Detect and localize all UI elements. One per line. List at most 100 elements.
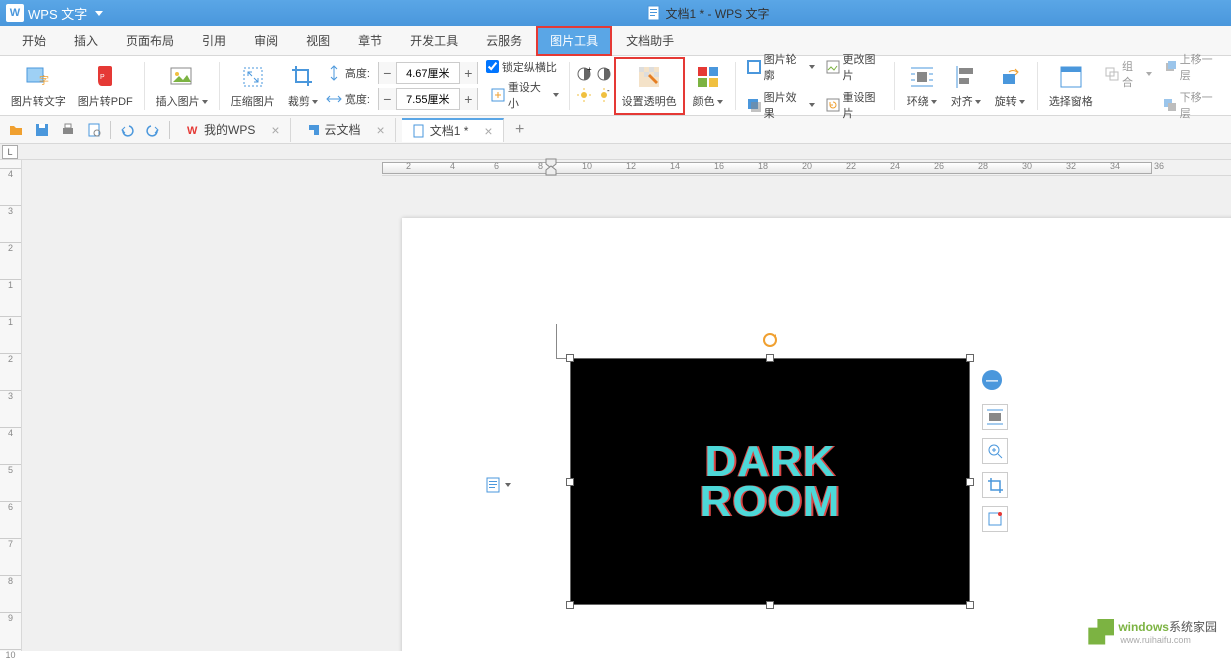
reset-quick-button[interactable]	[982, 506, 1008, 532]
collapse-toolbar-button[interactable]: —	[982, 370, 1002, 390]
width-icon	[326, 91, 342, 107]
crop-label: 裁剪	[288, 93, 318, 109]
width-spinner[interactable]: − +	[378, 88, 478, 110]
pic-to-text-button[interactable]: 字 图片转文字	[6, 61, 71, 111]
move-down-label: 下移一层	[1180, 89, 1221, 121]
menu-cloud[interactable]: 云服务	[472, 26, 536, 56]
workspace: 432112345678910 246810121416182022242628…	[0, 160, 1231, 651]
brightness-down-icon[interactable]: -	[596, 87, 612, 106]
vertical-ruler[interactable]: 432112345678910	[0, 160, 22, 651]
watermark-url: www.ruihaifu.com	[1120, 635, 1217, 645]
new-tab-button[interactable]: +	[510, 120, 530, 140]
watermark: windows系统家园 www.ruihaifu.com	[1088, 618, 1217, 645]
brightness-up-icon[interactable]	[576, 87, 592, 106]
height-spinner[interactable]: − +	[378, 62, 478, 84]
svg-text:+: +	[587, 66, 592, 74]
menu-devtools[interactable]: 开发工具	[396, 26, 472, 56]
image-content: DARK ROOM	[570, 358, 970, 605]
zoom-button[interactable]	[982, 438, 1008, 464]
move-down-icon	[1162, 97, 1178, 113]
height-input[interactable]	[397, 63, 459, 83]
resize-handle-se[interactable]	[966, 601, 974, 609]
redo-button[interactable]	[143, 120, 163, 140]
resize-handle-n[interactable]	[766, 354, 774, 362]
undo-button[interactable]	[117, 120, 137, 140]
svg-text:P: P	[100, 74, 105, 81]
paste-options-button[interactable]	[485, 476, 511, 494]
menu-insert[interactable]: 插入	[60, 26, 112, 56]
menu-chapter[interactable]: 章节	[344, 26, 396, 56]
wrap-button[interactable]: 环绕	[901, 61, 943, 111]
change-pic-button[interactable]: 更改图片	[821, 49, 888, 85]
contrast-down-icon[interactable]: -	[596, 66, 612, 85]
change-pic-label: 更改图片	[843, 51, 884, 83]
select-pane-icon	[1057, 63, 1085, 91]
app-menu-chevron-icon[interactable]	[95, 11, 103, 16]
pic-to-pdf-button[interactable]: P 图片转PDF	[73, 61, 138, 111]
width-plus-button[interactable]: +	[459, 88, 477, 110]
print-preview-button[interactable]	[84, 120, 104, 140]
tab-close-icon[interactable]: ×	[484, 123, 492, 139]
selected-image[interactable]: DARK ROOM	[570, 358, 970, 605]
horizontal-ruler[interactable]: 24681012141618202224262830323436	[382, 160, 1231, 176]
crop-icon	[289, 63, 317, 91]
height-minus-button[interactable]: −	[379, 62, 397, 84]
save-button[interactable]	[32, 120, 52, 140]
insert-pic-button[interactable]: 插入图片	[151, 61, 213, 111]
open-button[interactable]	[6, 120, 26, 140]
outline-button[interactable]: 图片轮廓	[742, 49, 819, 85]
width-input[interactable]	[397, 89, 459, 109]
rotate-icon	[996, 63, 1024, 91]
height-plus-button[interactable]: +	[459, 62, 477, 84]
menu-reference[interactable]: 引用	[188, 26, 240, 56]
menu-page-layout[interactable]: 页面布局	[112, 26, 188, 56]
reset-size-label: 重设大小	[508, 79, 549, 111]
color-icon	[694, 63, 722, 91]
resize-handle-ne[interactable]	[966, 354, 974, 362]
outline-icon	[746, 59, 762, 75]
contrast-up-icon[interactable]: +	[576, 66, 592, 85]
resize-handle-e[interactable]	[966, 478, 974, 486]
tab-mywps[interactable]: W 我的WPS ×	[176, 118, 291, 142]
effect-button[interactable]: 图片效果	[742, 87, 819, 123]
lock-ratio-input[interactable]	[486, 60, 499, 73]
rotate-handle-icon[interactable]	[762, 332, 778, 348]
menu-picture-tools[interactable]: 图片工具	[536, 26, 612, 56]
color-button[interactable]: 颜色	[687, 61, 729, 111]
print-button[interactable]	[58, 120, 78, 140]
select-pane-button[interactable]: 选择窗格	[1044, 61, 1098, 111]
resize-handle-s[interactable]	[766, 601, 774, 609]
align-button[interactable]: 对齐	[945, 61, 987, 111]
page-area[interactable]: DARK ROOM —	[22, 176, 1231, 651]
resize-handle-nw[interactable]	[566, 354, 574, 362]
reset-pic-button[interactable]: 重设图片	[821, 87, 888, 123]
svg-text:W: W	[187, 125, 198, 137]
cloud-icon	[307, 123, 321, 137]
compress-pic-button[interactable]: 压缩图片	[226, 61, 280, 111]
resize-handle-sw[interactable]	[566, 601, 574, 609]
group-label: 组合	[1122, 58, 1142, 90]
tab-doc1[interactable]: 文档1 * ×	[402, 118, 504, 142]
crop-quick-button[interactable]	[982, 472, 1008, 498]
image-text-1: DARK	[704, 442, 835, 482]
crop-button[interactable]: 裁剪	[282, 61, 324, 111]
pdf-icon: P	[91, 63, 119, 91]
tab-close-icon[interactable]: ×	[377, 122, 385, 138]
menu-start[interactable]: 开始	[8, 26, 60, 56]
group-button: 组合	[1100, 56, 1156, 92]
reset-size-button[interactable]: 重设大小	[486, 77, 563, 113]
width-minus-button[interactable]: −	[379, 88, 397, 110]
menu-review[interactable]: 审阅	[240, 26, 292, 56]
pic-to-text-label: 图片转文字	[11, 93, 66, 109]
lock-ratio-checkbox[interactable]: 锁定纵横比	[486, 59, 563, 75]
ribbon: 字 图片转文字 P 图片转PDF 插入图片 压缩图片 裁剪 高度: − + 宽度…	[0, 56, 1231, 116]
rotate-button[interactable]: 旋转	[989, 61, 1031, 111]
tab-close-icon[interactable]: ×	[271, 122, 279, 138]
resize-handle-w[interactable]	[566, 478, 574, 486]
set-transparent-button[interactable]: 设置透明色	[618, 61, 681, 111]
layout-options-button[interactable]	[982, 404, 1008, 430]
tab-indicator[interactable]: L	[2, 145, 18, 159]
menu-view[interactable]: 视图	[292, 26, 344, 56]
menu-doc-assistant[interactable]: 文档助手	[612, 26, 688, 56]
tab-cloud[interactable]: 云文档 ×	[297, 118, 396, 142]
